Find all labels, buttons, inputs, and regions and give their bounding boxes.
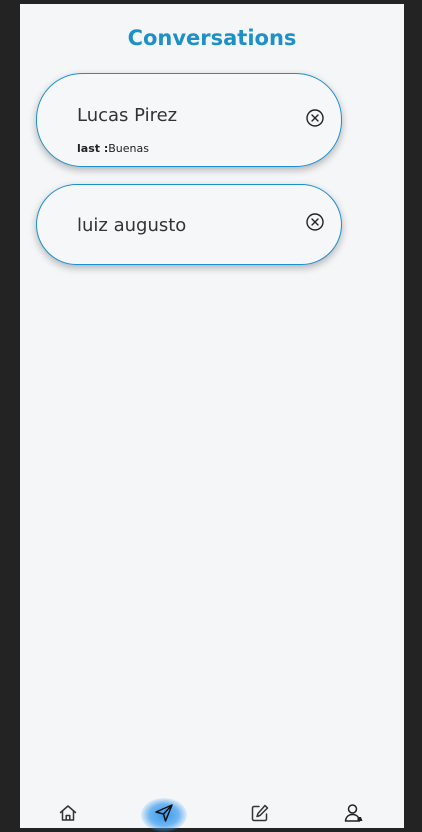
app-screen: Conversations Lucas Pirez last :Buenas l… [20, 4, 404, 832]
conversation-card[interactable]: luiz augusto [36, 184, 342, 265]
conversation-name: Lucas Pirez [77, 105, 178, 126]
conversation-name: luiz augusto [77, 215, 187, 236]
user-icon[interactable] [343, 802, 365, 824]
conversation-card[interactable]: Lucas Pirez last :Buenas [36, 73, 342, 167]
close-circle-icon[interactable] [305, 212, 325, 232]
home-icon[interactable] [57, 802, 79, 824]
edit-icon[interactable] [249, 802, 271, 824]
last-message-text: Buenas [108, 142, 149, 155]
send-icon[interactable] [153, 802, 175, 824]
bottom-nav [20, 798, 404, 832]
close-circle-icon[interactable] [305, 108, 325, 128]
last-message: last :Buenas [77, 142, 149, 155]
last-message-label: last : [77, 142, 109, 155]
page-title: Conversations [127, 26, 297, 50]
